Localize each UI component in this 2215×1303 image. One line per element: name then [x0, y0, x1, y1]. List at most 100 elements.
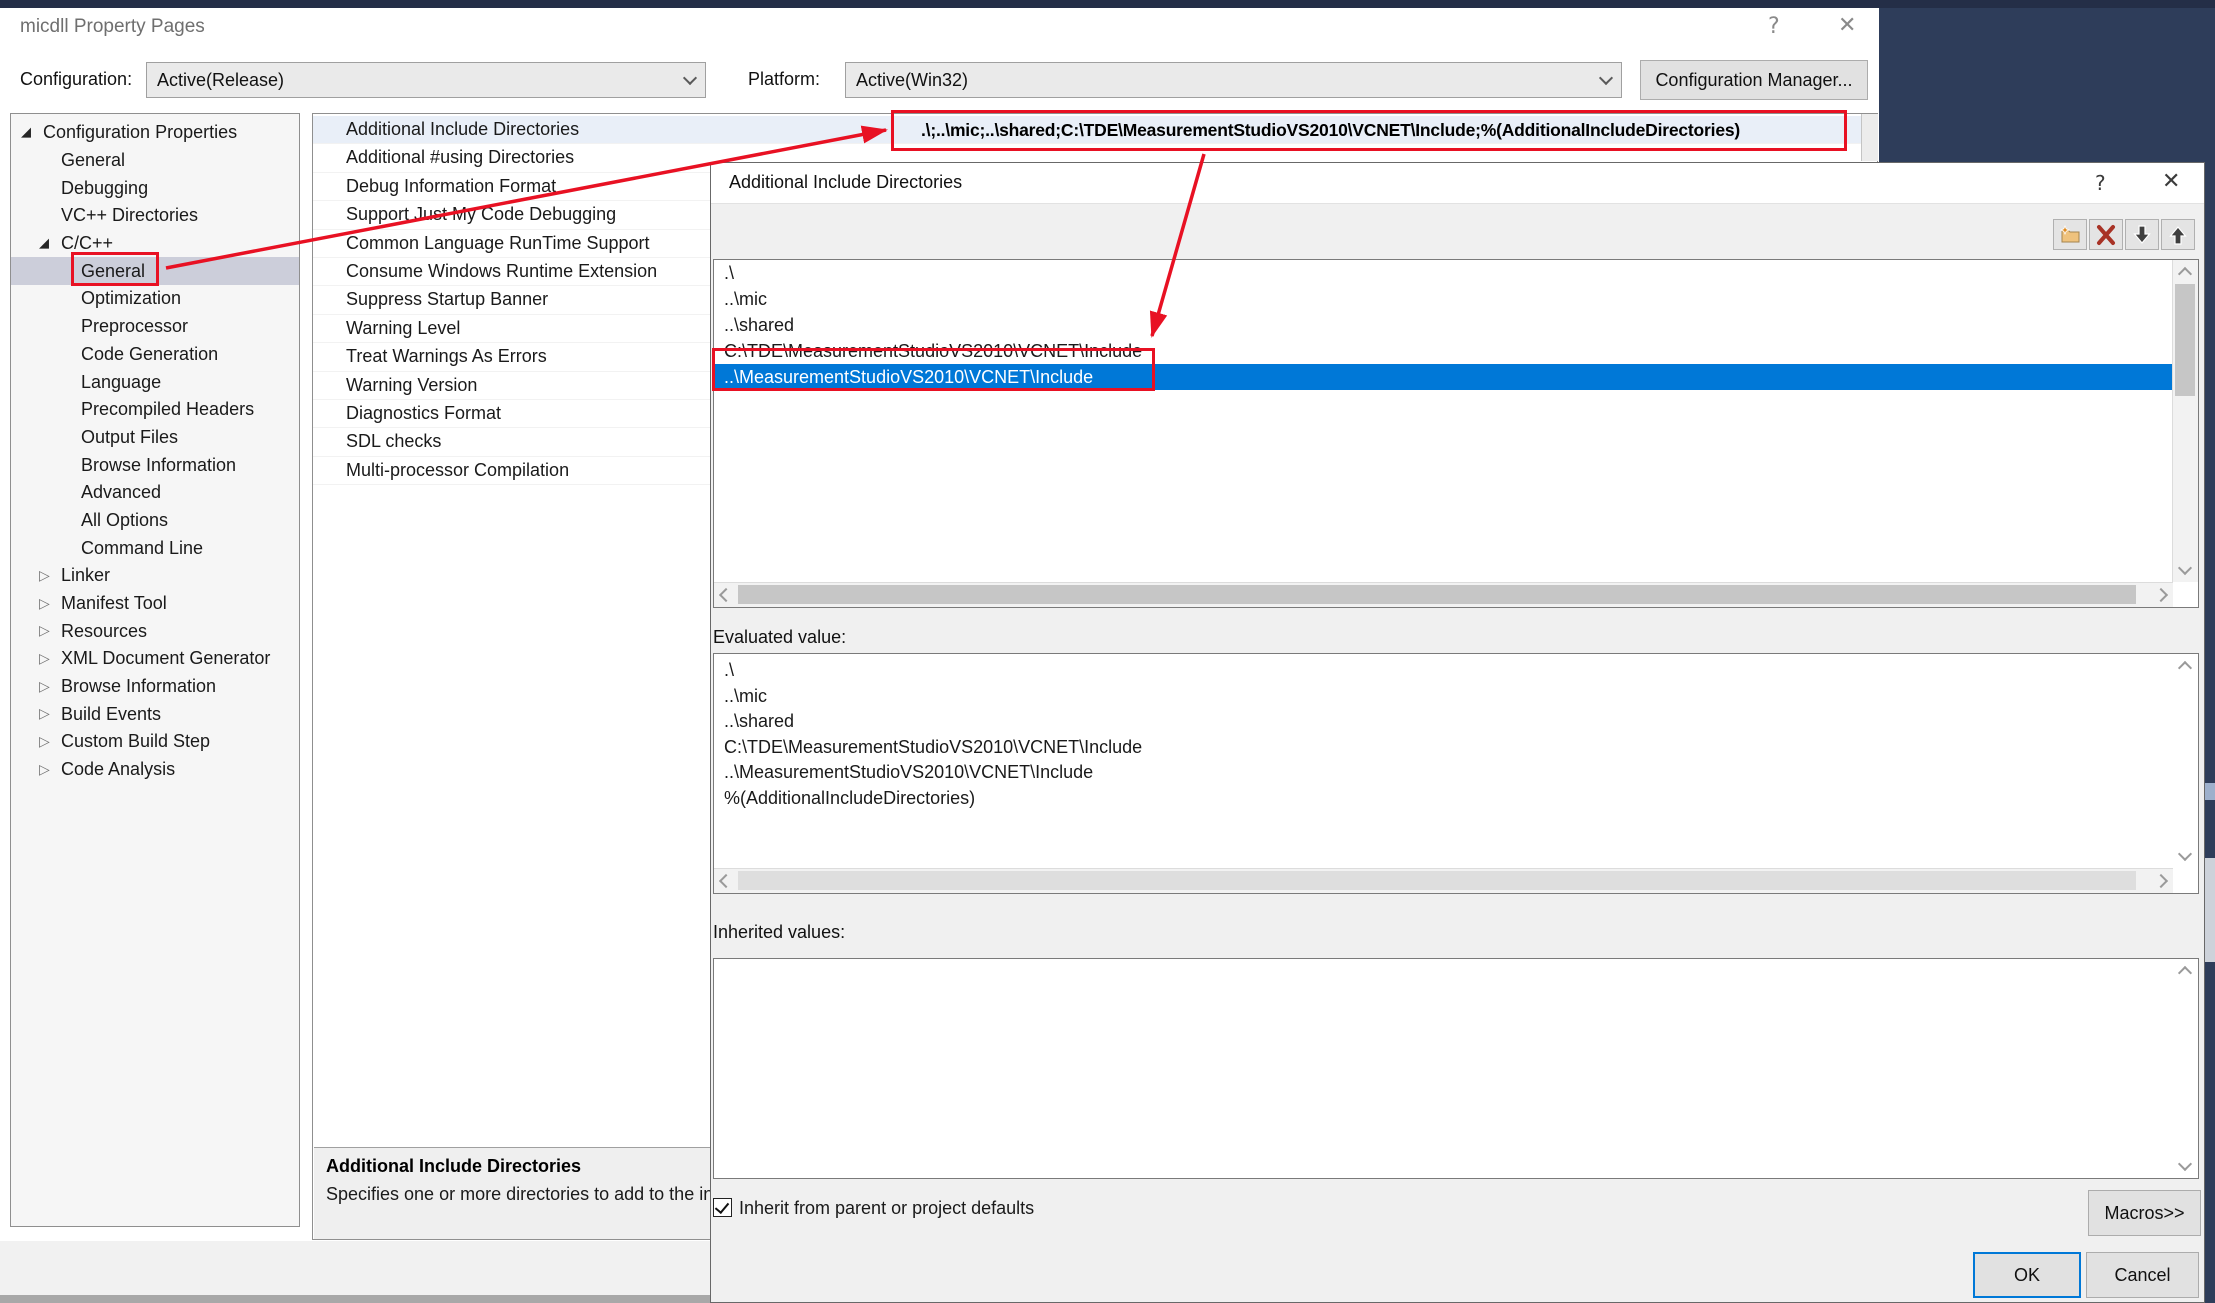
tree-item[interactable]: ▷Code Analysis [11, 756, 299, 784]
scroll-down-icon[interactable] [2175, 1156, 2195, 1176]
vs-scrollbar-band [2205, 858, 2215, 962]
directory-list[interactable]: .\ ..\mic ..\shared C:\TDE\MeasurementSt… [713, 259, 2199, 608]
scroll-down-icon[interactable] [2175, 846, 2195, 866]
tree-item[interactable]: ▷XML Document Generator [11, 645, 299, 673]
tree-item-label: Precompiled Headers [81, 399, 254, 420]
scroll-down-icon[interactable] [2175, 560, 2195, 580]
directory-list-item[interactable]: ..\mic [714, 286, 2198, 312]
tree-item[interactable]: ▷ Browse Information [11, 673, 299, 701]
tree-item[interactable]: ▷Custom Build Step [11, 728, 299, 756]
tree-item-label: C/C++ [61, 233, 113, 254]
window-footer-area [0, 1241, 710, 1295]
tree-item-label: Preprocessor [81, 316, 188, 337]
configuration-label: Configuration: [20, 69, 132, 90]
ok-button[interactable]: OK [1973, 1252, 2081, 1298]
scrollbar-thumb[interactable] [738, 871, 2136, 890]
list-vertical-scrollbar[interactable] [2172, 260, 2198, 582]
dialog-titlebar[interactable]: Additional Include Directories ? ✕ [711, 163, 2204, 204]
configuration-tree: ◢Configuration Properties General Debugg… [10, 113, 300, 1227]
configuration-dropdown[interactable]: Active(Release) [146, 62, 706, 98]
tree-item[interactable]: Advanced [11, 479, 299, 507]
tree-item[interactable]: Command Line [11, 534, 299, 562]
evaluated-horizontal-scrollbar[interactable] [714, 868, 2173, 893]
scrollbar-thumb[interactable] [2175, 284, 2195, 396]
inherit-checkbox[interactable] [713, 1198, 732, 1217]
tree-collapsed-icon[interactable]: ▷ [39, 651, 50, 667]
tree-item[interactable]: ▷Manifest Tool [11, 590, 299, 618]
directory-list-item[interactable]: .\ [714, 260, 2198, 286]
tree-item[interactable]: Preprocessor [11, 313, 299, 341]
tree-item-label: All Options [81, 510, 168, 531]
tree-item-label: General [61, 150, 125, 171]
tree-item-label: Build Events [61, 704, 161, 725]
platform-dropdown[interactable]: Active(Win32) [845, 62, 1622, 98]
scrollbar-thumb[interactable] [738, 585, 2136, 604]
directory-list-item[interactable]: ..\shared [714, 312, 2198, 338]
tree-item[interactable]: VC++ Directories [11, 202, 299, 230]
help-icon[interactable]: ? [2095, 171, 2106, 195]
tree-item[interactable]: ▷ Build Events [11, 700, 299, 728]
tree-item[interactable]: ◢ C/C++ [11, 230, 299, 258]
inherited-vertical-scrollbar[interactable] [2173, 959, 2198, 1178]
evaluated-value-label: Evaluated value: [713, 627, 846, 648]
dialog-title: Additional Include Directories [729, 172, 962, 193]
scroll-left-icon[interactable] [714, 871, 734, 891]
configuration-manager-button[interactable]: Configuration Manager... [1640, 60, 1868, 100]
tree-collapsed-icon[interactable]: ▷ [39, 734, 50, 750]
vs-scrollbar-band [2205, 783, 2215, 800]
tree-item[interactable]: Output Files [11, 424, 299, 452]
move-up-button[interactable] [2161, 219, 2195, 250]
evaluated-value-box[interactable]: .\ ..\mic ..\shared C:\TDE\MeasurementSt… [713, 653, 2199, 894]
tree-collapsed-icon[interactable]: ▷ [39, 568, 50, 584]
scroll-right-icon[interactable] [2153, 871, 2173, 891]
tree-item[interactable]: Browse Information [11, 451, 299, 479]
tree-item[interactable]: Debugging [11, 174, 299, 202]
checkmark-icon [715, 1199, 729, 1214]
grid-scrollbar[interactable] [1861, 114, 1878, 161]
scroll-up-icon[interactable] [2175, 656, 2195, 676]
tree-collapsed-icon[interactable]: ▷ [39, 623, 50, 639]
evaluated-line: C:\TDE\MeasurementStudioVS2010\VCNET\Inc… [714, 735, 2198, 761]
tree-item[interactable]: All Options [11, 507, 299, 535]
directory-list-item-selected[interactable]: ..\MeasurementStudioVS2010\VCNET\Include [714, 364, 2173, 390]
tree-item-label: Optimization [81, 288, 181, 309]
evaluated-line: ..\MeasurementStudioVS2010\VCNET\Include [714, 760, 2198, 786]
directory-list-item[interactable]: C:\TDE\MeasurementStudioVS2010\VCNET\Inc… [714, 338, 2198, 364]
tree-item-label: Browse Information [61, 676, 216, 697]
scroll-up-icon[interactable] [2175, 961, 2195, 981]
inherited-values-box[interactable] [713, 958, 2199, 1179]
scroll-right-icon[interactable] [2153, 585, 2173, 605]
tree-collapsed-icon[interactable]: ▷ [39, 679, 50, 695]
tree-expanded-icon[interactable]: ◢ [39, 236, 49, 251]
help-icon[interactable]: ? [1768, 14, 1780, 39]
tree-item[interactable]: ▷Resources [11, 617, 299, 645]
tree-item-general-selected[interactable]: General [11, 257, 299, 285]
tree-item[interactable]: General [11, 147, 299, 175]
close-icon[interactable]: ✕ [1838, 13, 1856, 38]
tree-item[interactable]: ◢Configuration Properties [11, 119, 299, 147]
tree-item[interactable]: Optimization [11, 285, 299, 313]
tree-item[interactable]: Code Generation [11, 341, 299, 369]
move-down-button[interactable] [2125, 219, 2159, 250]
tree-item-label: Output Files [81, 427, 178, 448]
evaluated-vertical-scrollbar[interactable] [2173, 654, 2198, 868]
close-icon[interactable]: ✕ [2162, 169, 2180, 194]
delete-button[interactable] [2089, 219, 2123, 250]
tree-expanded-icon[interactable]: ◢ [21, 125, 31, 140]
macros-button[interactable]: Macros>> [2088, 1190, 2201, 1236]
scroll-left-icon[interactable] [714, 585, 734, 605]
tree-item[interactable]: Precompiled Headers [11, 396, 299, 424]
tree-item-label: VC++ Directories [61, 205, 198, 226]
cancel-button[interactable]: Cancel [2086, 1252, 2199, 1298]
screenshot-root: micdll Property Pages ? ✕ Configuration:… [0, 0, 2215, 1303]
scroll-up-icon[interactable] [2175, 262, 2195, 282]
inherit-checkbox-label[interactable]: Inherit from parent or project defaults [739, 1198, 1034, 1219]
new-line-button[interactable] [2053, 219, 2087, 250]
tree-item[interactable]: Language [11, 368, 299, 396]
tree-item[interactable]: ▷Linker [11, 562, 299, 590]
list-horizontal-scrollbar[interactable] [714, 582, 2173, 607]
tree-collapsed-icon[interactable]: ▷ [39, 762, 50, 778]
selected-property-value[interactable]: .\;..\mic;..\shared;C:\TDE\MeasurementSt… [921, 110, 1740, 151]
tree-collapsed-icon[interactable]: ▷ [39, 596, 50, 612]
tree-collapsed-icon[interactable]: ▷ [39, 706, 50, 722]
